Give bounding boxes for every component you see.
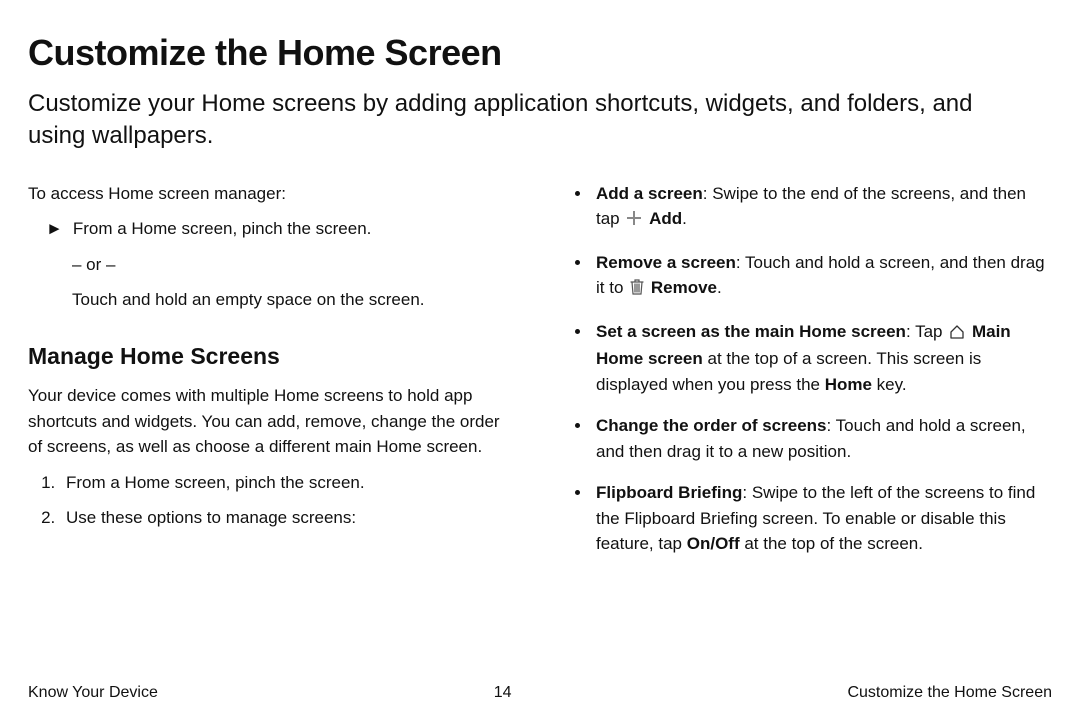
- add-bold: Add: [649, 209, 682, 228]
- step-1: From a Home screen, pinch the screen.: [60, 470, 516, 496]
- pinch-text: From a Home screen, pinch the screen.: [73, 216, 372, 242]
- order-label: Change the order of screens: [596, 416, 827, 435]
- left-column: To access Home screen manager: ► From a …: [28, 181, 516, 573]
- step-2: Use these options to manage screens:: [60, 505, 516, 531]
- remove-period: .: [717, 278, 722, 297]
- footer-right: Customize the Home Screen: [847, 684, 1052, 702]
- add-period: .: [682, 209, 687, 228]
- footer-page-number: 14: [494, 684, 512, 702]
- flip-bold: On/Off: [687, 534, 740, 553]
- hold-text: Touch and hold an empty space on the scr…: [72, 287, 516, 313]
- option-main-home: Set a screen as the main Home screen: Ta…: [592, 319, 1052, 398]
- option-change-order: Change the order of screens: Touch and h…: [592, 413, 1052, 464]
- manage-description: Your device comes with multiple Home scr…: [28, 383, 516, 460]
- pinch-instruction: ► From a Home screen, pinch the screen.: [46, 216, 516, 242]
- intro-text: Customize your Home screens by adding ap…: [28, 88, 1028, 153]
- trash-icon: [630, 277, 644, 303]
- footer-left: Know Your Device: [28, 684, 158, 702]
- flip-label: Flipboard Briefing: [596, 483, 742, 502]
- main-text3: key.: [872, 375, 907, 394]
- remove-label: Remove a screen: [596, 253, 736, 272]
- options-list: Add a screen: Swipe to the end of the sc…: [592, 181, 1052, 557]
- manage-heading: Manage Home Screens: [28, 339, 516, 374]
- content-columns: To access Home screen manager: ► From a …: [28, 181, 1052, 573]
- main-bold2: Home: [825, 375, 872, 394]
- play-icon: ►: [46, 216, 63, 242]
- page-title: Customize the Home Screen: [28, 32, 1052, 74]
- plus-icon: [626, 208, 642, 234]
- page-footer: Know Your Device 14 Customize the Home S…: [28, 684, 1052, 702]
- main-label: Set a screen as the main Home screen: [596, 322, 906, 341]
- main-text1: : Tap: [906, 322, 947, 341]
- flip-text2: at the top of the screen.: [740, 534, 923, 553]
- or-divider: – or –: [72, 252, 516, 278]
- option-flipboard: Flipboard Briefing: Swipe to the left of…: [592, 480, 1052, 557]
- remove-bold: Remove: [651, 278, 717, 297]
- manage-steps: From a Home screen, pinch the screen. Us…: [60, 470, 516, 531]
- option-add-screen: Add a screen: Swipe to the end of the sc…: [592, 181, 1052, 234]
- home-icon: [949, 321, 965, 347]
- option-remove-screen: Remove a screen: Touch and hold a screen…: [592, 250, 1052, 303]
- add-label: Add a screen: [596, 184, 703, 203]
- access-intro: To access Home screen manager:: [28, 181, 516, 207]
- right-column: Add a screen: Swipe to the end of the sc…: [564, 181, 1052, 573]
